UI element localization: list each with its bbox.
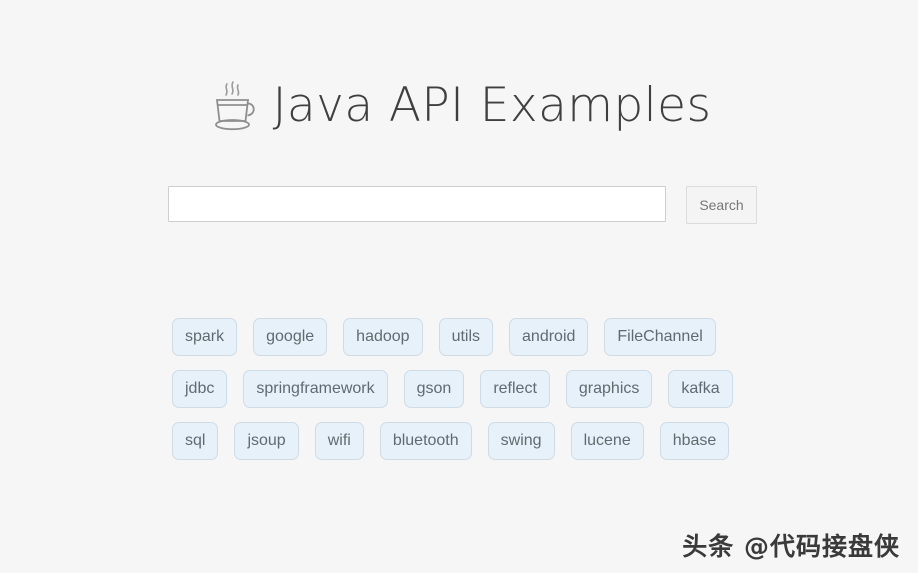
tag-jsoup[interactable]: jsoup xyxy=(234,422,299,460)
tag-utils[interactable]: utils xyxy=(438,318,494,356)
site-header: Java API Examples xyxy=(0,76,918,134)
tag-graphics[interactable]: graphics xyxy=(565,370,653,408)
search-button[interactable]: Search xyxy=(686,186,757,224)
tag-bluetooth[interactable]: bluetooth xyxy=(379,422,472,460)
tag-filechannel[interactable]: FileChannel xyxy=(604,318,716,356)
search-input[interactable] xyxy=(168,186,666,222)
search-form: Search xyxy=(168,186,757,224)
tag-sql[interactable]: sql xyxy=(172,422,219,460)
tag-gson[interactable]: gson xyxy=(403,370,465,408)
tag-cloud: spark google hadoop utils android FileCh… xyxy=(172,318,792,474)
coffee-cup-icon xyxy=(207,76,259,134)
tag-jdbc[interactable]: jdbc xyxy=(172,370,228,408)
tag-kafka[interactable]: kafka xyxy=(668,370,733,408)
tag-row: sql jsoup wifi bluetooth swing lucene hb… xyxy=(172,422,792,460)
tag-wifi[interactable]: wifi xyxy=(314,422,364,460)
tag-hadoop[interactable]: hadoop xyxy=(343,318,423,356)
tag-spark[interactable]: spark xyxy=(172,318,238,356)
tag-row: jdbc springframework gson reflect graphi… xyxy=(172,370,792,408)
tag-row: spark google hadoop utils android FileCh… xyxy=(172,318,792,356)
tag-springframework[interactable]: springframework xyxy=(243,370,388,408)
page-title: Java API Examples xyxy=(272,77,712,133)
tag-lucene[interactable]: lucene xyxy=(570,422,644,460)
tag-google[interactable]: google xyxy=(253,318,328,356)
tag-hbase[interactable]: hbase xyxy=(659,422,730,460)
watermark: 头条 @代码接盘侠 xyxy=(682,532,900,561)
page-root: Java API Examples Search spark google ha… xyxy=(0,0,918,573)
tag-android[interactable]: android xyxy=(509,318,589,356)
tag-reflect[interactable]: reflect xyxy=(480,370,550,408)
tag-swing[interactable]: swing xyxy=(487,422,555,460)
